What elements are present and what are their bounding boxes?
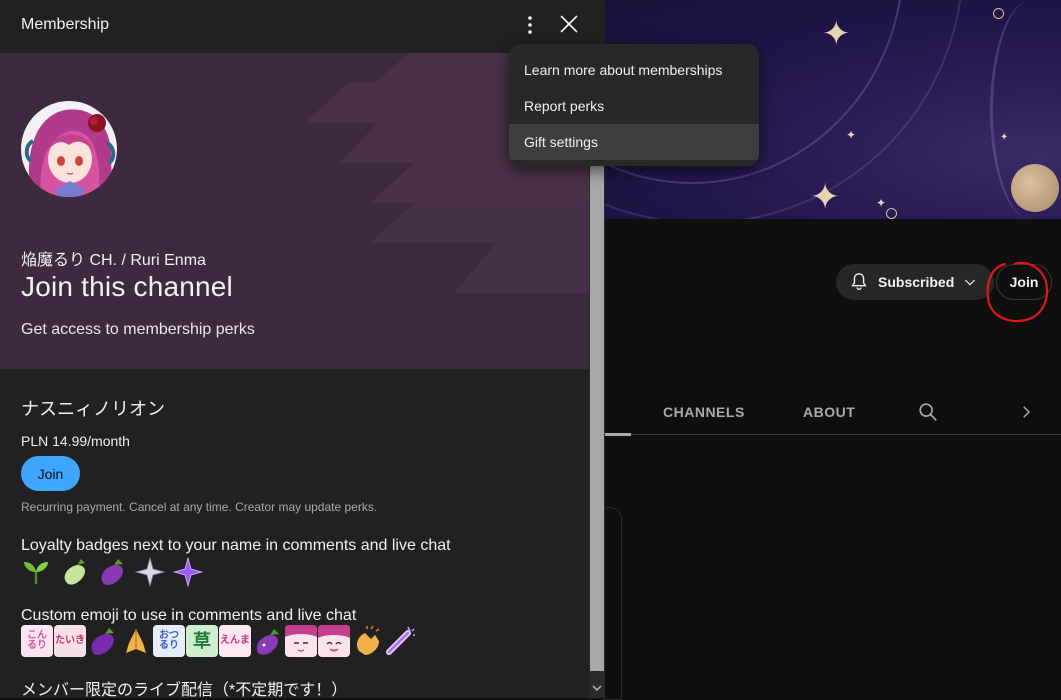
- silver-star-badge-icon: [135, 557, 165, 587]
- subscribed-label: Subscribed: [878, 274, 955, 290]
- hero-title: Join this channel: [21, 271, 233, 302]
- green-eggplant-badge-icon: [64, 559, 85, 585]
- banner-planet: [1011, 164, 1059, 212]
- hero-decoration: [370, 203, 589, 243]
- star-icon: ✦: [846, 128, 857, 142]
- hero-subtitle: Get access to membership perks: [21, 321, 255, 338]
- smiling-face-emoji-icon: [318, 625, 350, 657]
- emoji-item: こん るり: [21, 625, 53, 657]
- hero-decoration: [370, 163, 589, 203]
- channel-tabs: CHANNELS ABOUT: [605, 392, 1061, 436]
- praying-hands-emoji-icon: [126, 629, 146, 653]
- bell-icon: [851, 273, 867, 290]
- scroll-down-arrow-icon[interactable]: [591, 682, 603, 694]
- purple-star-badge-icon: [173, 557, 203, 587]
- channel-name: 焔魔るり CH. / Ruri Enma: [21, 252, 206, 269]
- emoji-item: えんま: [219, 625, 251, 657]
- emoji-item: おつ るり: [153, 625, 185, 657]
- membership-tier: ナスニィノリオン PLN 14.99/month Join Recurring …: [0, 369, 589, 698]
- join-button[interactable]: Join: [21, 456, 80, 491]
- perk-title: メンバー限定のライブ配信（*不定期です！）: [21, 682, 348, 698]
- hero-decoration: [454, 243, 589, 293]
- star-icon: ✦: [822, 15, 851, 53]
- menu-item-gift-settings[interactable]: Gift settings: [509, 124, 759, 160]
- channel-avatar: [21, 101, 117, 197]
- close-icon[interactable]: [557, 12, 581, 36]
- panel-title: Membership: [21, 16, 110, 33]
- tab-about[interactable]: ABOUT: [803, 392, 855, 432]
- chevron-right-icon[interactable]: [1017, 403, 1035, 421]
- membership-hero: 焔魔るり CH. / Ruri Enma Join this channel G…: [0, 53, 589, 369]
- fine-print: Recurring payment. Cancel at any time. C…: [21, 500, 378, 514]
- banner-dot: [993, 8, 1004, 19]
- overflow-menu: Learn more about memberships Report perk…: [509, 44, 759, 166]
- eggplant-emoji-icon: [91, 628, 114, 655]
- star-icon: ✦: [1000, 132, 1009, 143]
- menu-item-learn-more[interactable]: Learn more about memberships: [509, 52, 759, 88]
- emoji-item: 草: [186, 625, 218, 657]
- custom-emoji-list: こん るり たいき おつ るり 草 えんま: [21, 625, 416, 657]
- sprout-badge-icon: [24, 562, 48, 584]
- channel-join-button[interactable]: Join: [996, 264, 1052, 300]
- star-icon: ✦: [810, 176, 841, 217]
- face-emoji-icon: [285, 625, 317, 657]
- emoji-item: たいき: [54, 625, 86, 657]
- tier-name: ナスニィノリオン: [21, 399, 165, 419]
- chevron-down-icon: [965, 279, 976, 286]
- banner-dot: [886, 208, 897, 219]
- menu-item-report-perks[interactable]: Report perks: [509, 88, 759, 124]
- perk-title: Custom emoji to use in comments and live…: [21, 607, 357, 624]
- content-card-edge: [603, 507, 622, 700]
- tab-channels[interactable]: CHANNELS: [663, 392, 745, 432]
- perk-title: Loyalty badges next to your name in comm…: [21, 537, 451, 554]
- tier-price: PLN 14.99/month: [21, 433, 130, 449]
- subscribed-button[interactable]: Subscribed: [836, 264, 995, 300]
- glow-stick-emoji-icon: [386, 626, 415, 655]
- avatar-image: [21, 101, 117, 197]
- more-vert-icon[interactable]: [518, 13, 542, 37]
- purple-eggplant-badge-icon: [101, 559, 123, 586]
- search-icon[interactable]: [917, 401, 939, 423]
- loyalty-badges: [21, 557, 203, 587]
- clapping-hands-emoji-icon: [357, 625, 380, 655]
- star-icon: ✦: [876, 196, 887, 210]
- tab-indicator: [605, 433, 631, 436]
- eggplant-character-emoji-icon: [256, 629, 279, 655]
